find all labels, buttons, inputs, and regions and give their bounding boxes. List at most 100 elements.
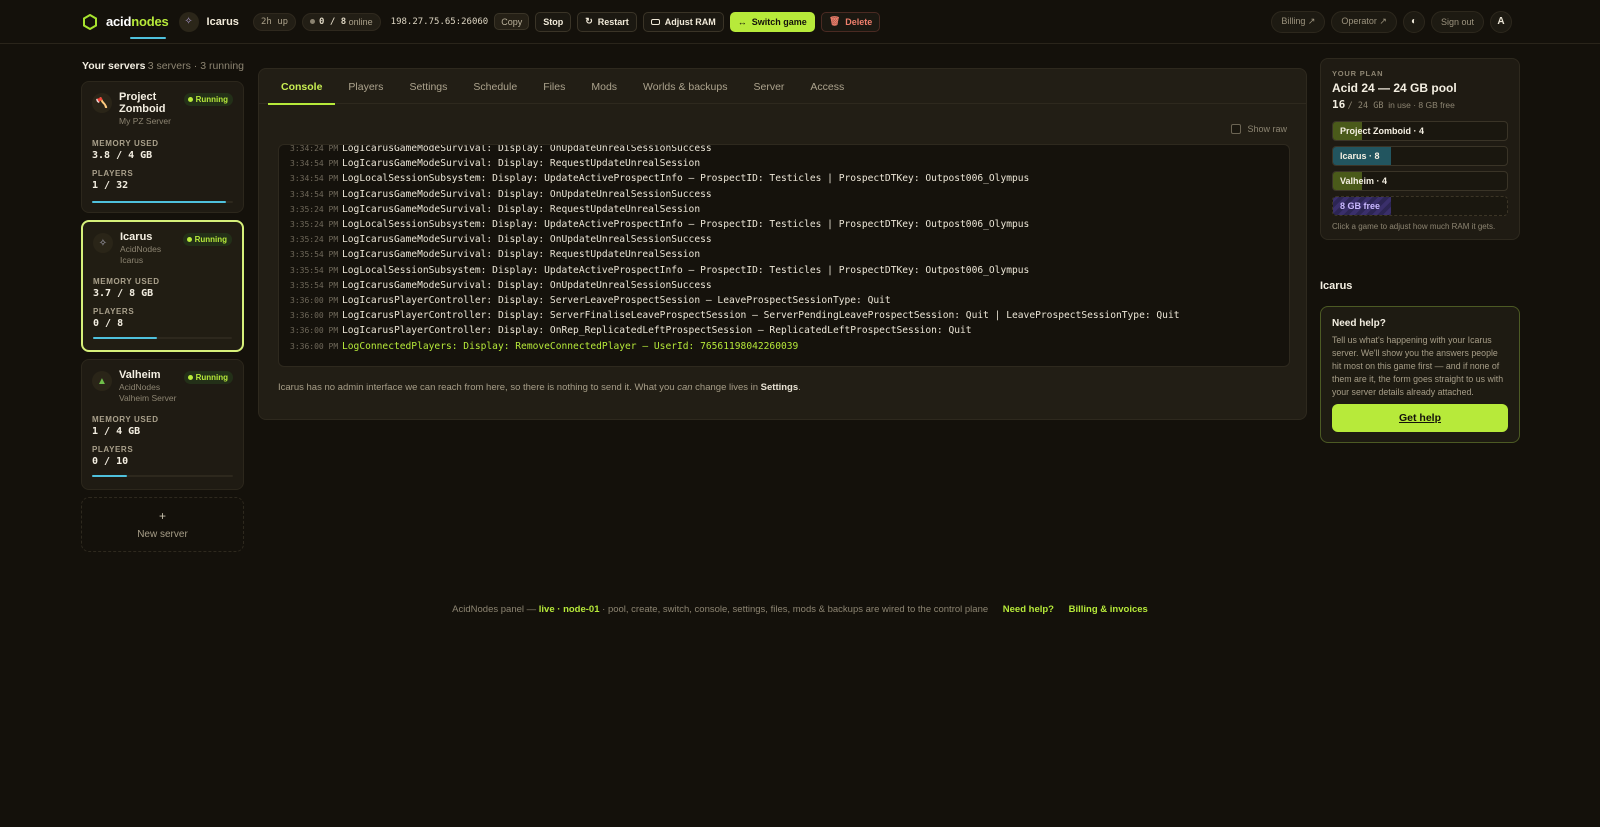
console-timestamp: 3:35:24 PM bbox=[290, 204, 339, 214]
sidebar-header: Your servers 3 servers · 3 running bbox=[82, 60, 244, 72]
plan-title: Acid 24 — 24 GB pool bbox=[1332, 81, 1457, 95]
theme-toggle-icon[interactable]: ◐ bbox=[1402, 10, 1425, 33]
memory-value: 3.8 / 4 GB bbox=[92, 150, 153, 161]
memory-progress-fill bbox=[92, 201, 226, 203]
current-server-name: Icarus bbox=[206, 15, 239, 28]
players-value: 0 / 8 bbox=[93, 318, 124, 329]
server-card-project-zomboid[interactable]: 🪓 Project Zomboid My PZ Server Running M… bbox=[81, 81, 244, 213]
tab-console[interactable]: Console bbox=[268, 69, 336, 105]
avatar[interactable]: A bbox=[1490, 10, 1512, 33]
show-raw-toggle[interactable]: Show raw bbox=[1231, 124, 1287, 134]
plan-usage: 16 / 24 GB in use · 8 GB free bbox=[1332, 98, 1455, 111]
console-line: 3:35:24 PM LogLocalSessionSubsystem: Disp… bbox=[290, 217, 1281, 232]
pool-free-bar: 8 GB free bbox=[1332, 196, 1508, 216]
pool-bars: Project Zomboid · 4 Icarus · 8 Valheim · 4… bbox=[1332, 121, 1508, 216]
live-node-label: live · node-01 bbox=[538, 604, 600, 615]
memory-value: 3.7 / 8 GB bbox=[93, 288, 154, 299]
status-badge: Running bbox=[182, 233, 232, 246]
tab-files[interactable]: Files bbox=[530, 69, 578, 104]
footer-help-link[interactable]: Need help? bbox=[1003, 604, 1054, 615]
billing-link[interactable]: Billing ↗ bbox=[1271, 10, 1326, 33]
memory-label: MEMORY USED bbox=[93, 277, 160, 286]
tab-mods[interactable]: Mods bbox=[578, 69, 630, 104]
server-card-subtitle: AcidNodes bbox=[119, 382, 161, 392]
pool-allocation-bar[interactable]: Project Zomboid · 4 bbox=[1332, 121, 1508, 141]
tab-server[interactable]: Server bbox=[740, 69, 797, 104]
players-label: PLAYERS bbox=[93, 307, 135, 316]
footer-billing-link[interactable]: Billing & invoices bbox=[1069, 604, 1148, 615]
console-line: 3:35:54 PM LogIcarusGameModeSurvival: Dis… bbox=[290, 278, 1281, 293]
memory-value: 1 / 4 GB bbox=[92, 426, 141, 437]
pool-allocation-bar[interactable]: Valheim · 4 bbox=[1332, 171, 1508, 191]
memory-progress bbox=[93, 337, 232, 339]
console-message: LogLocalSessionSubsystem: Display: Updat… bbox=[342, 173, 1030, 185]
server-card-icarus[interactable]: ✧ Icarus AcidNodes Icarus Running MEMORY… bbox=[81, 220, 244, 352]
tab-access[interactable]: Access bbox=[797, 69, 857, 104]
console-message: LogLocalSessionSubsystem: Display: Updat… bbox=[342, 264, 1030, 276]
tab-worlds-backups[interactable]: Worlds & backups bbox=[630, 69, 740, 104]
server-card-subtitle-2: Valheim Server bbox=[119, 393, 177, 403]
console-note: Icarus has no admin interface we can rea… bbox=[278, 382, 801, 393]
console-timestamp: 3:36:00 PM bbox=[290, 326, 339, 336]
console-message: LogLocalSessionSubsystem: Display: Updat… bbox=[342, 219, 1030, 231]
console-line: 3:35:24 PM LogIcarusGameModeSurvival: Dis… bbox=[290, 232, 1281, 247]
help-body: Tell us what's happening with your Icaru… bbox=[1332, 335, 1504, 397]
console-timestamp: 3:34:54 PM bbox=[290, 159, 339, 169]
console-line: 3:36:00 PM LogConnectedPlayers: Display: … bbox=[290, 338, 1281, 353]
console-timestamp: 3:34:24 PM bbox=[290, 144, 339, 154]
current-server-chip[interactable]: ✧ Icarus bbox=[178, 11, 239, 32]
console-timestamp: 3:35:54 PM bbox=[290, 280, 339, 290]
trash-icon: 🗑 bbox=[828, 16, 841, 26]
plan-card: YOUR PLAN Acid 24 — 24 GB pool 16 / 24 G… bbox=[1320, 58, 1520, 240]
tab-players[interactable]: Players bbox=[335, 69, 396, 104]
pool-allocation-bar[interactable]: Icarus · 8 bbox=[1332, 146, 1508, 166]
console-line: 3:34:54 PM LogIcarusGameModeSurvival: Dis… bbox=[290, 187, 1281, 202]
restart-button[interactable]: ↻ Restart bbox=[577, 11, 637, 32]
console-line: 3:35:54 PM LogLocalSessionSubsystem: Disp… bbox=[290, 263, 1281, 278]
settings-link[interactable]: Settings bbox=[761, 382, 798, 393]
section-title: Icarus bbox=[1320, 280, 1353, 292]
copy-ip-button[interactable]: Copy bbox=[494, 13, 530, 30]
memory-progress-fill bbox=[93, 337, 157, 339]
sidebar-summary: 3 servers · 3 running bbox=[147, 60, 244, 72]
show-raw-checkbox[interactable] bbox=[1231, 124, 1242, 134]
help-card: Need help? Tell us what's happening with… bbox=[1320, 306, 1520, 443]
get-help-button[interactable]: Get help bbox=[1332, 404, 1508, 432]
planet-icon: ✧ bbox=[93, 233, 113, 253]
server-card-valheim[interactable]: ▲ Valheim AcidNodes Valheim Server Runni… bbox=[81, 359, 244, 490]
players-value: 1 / 32 bbox=[92, 180, 129, 191]
show-raw-label: Show raw bbox=[1247, 124, 1287, 134]
console-line: 3:35:24 PM LogIcarusGameModeSurvival: Dis… bbox=[290, 202, 1281, 217]
server-card-title: Project Zomboid bbox=[119, 91, 166, 115]
console-line: 3:36:00 PM LogIcarusPlayerController: Dis… bbox=[290, 293, 1281, 308]
memory-progress-fill bbox=[92, 475, 128, 477]
console-line: 3:34:24 PM LogIcarusGameModeSurvival: Dis… bbox=[290, 144, 1281, 156]
brand-name: acidnodes bbox=[106, 14, 169, 29]
delete-button[interactable]: 🗑 Delete bbox=[820, 11, 881, 32]
logo-underline bbox=[130, 36, 166, 39]
new-server-button[interactable]: + New server bbox=[81, 497, 244, 552]
console-timestamp: 3:35:54 PM bbox=[290, 250, 339, 260]
console-message: LogIcarusGameModeSurvival: Display: Requ… bbox=[342, 158, 701, 170]
axe-icon: 🪓 bbox=[92, 93, 112, 113]
console-line: 3:36:00 PM LogIcarusPlayerController: Dis… bbox=[290, 323, 1281, 338]
adjust-ram-button[interactable]: Adjust RAM bbox=[642, 11, 724, 32]
tab-settings[interactable]: Settings bbox=[396, 69, 460, 104]
console-log[interactable]: 3:34:24 PM LogIcarusGameModeSurvival: Dis… bbox=[278, 144, 1290, 367]
memory-icon bbox=[650, 18, 660, 25]
console-message: LogIcarusGameModeSurvival: Display: Requ… bbox=[342, 249, 701, 261]
stop-button[interactable]: Stop bbox=[535, 11, 572, 32]
restart-icon: ↻ bbox=[585, 16, 593, 26]
operator-link[interactable]: Operator ↗ bbox=[1331, 10, 1397, 33]
console-timestamp: 3:35:24 PM bbox=[290, 235, 339, 245]
server-ip: 198.27.75.65:26060 bbox=[390, 16, 489, 27]
memory-label: MEMORY USED bbox=[92, 139, 159, 148]
hexagon-logo-icon bbox=[83, 13, 97, 30]
console-line: 3:34:54 PM LogLocalSessionSubsystem: Disp… bbox=[290, 171, 1281, 186]
switch-game-button[interactable]: ↔ Switch game bbox=[729, 11, 815, 32]
sign-out-button[interactable]: Sign out bbox=[1430, 10, 1484, 33]
console-lines: 3:34:24 PM LogIcarusGameModeSurvival: Dis… bbox=[290, 144, 1281, 354]
logo[interactable]: acidnodes bbox=[82, 13, 169, 39]
online-pill: 0 / 8 online bbox=[302, 12, 381, 31]
tab-schedule[interactable]: Schedule bbox=[460, 69, 530, 104]
